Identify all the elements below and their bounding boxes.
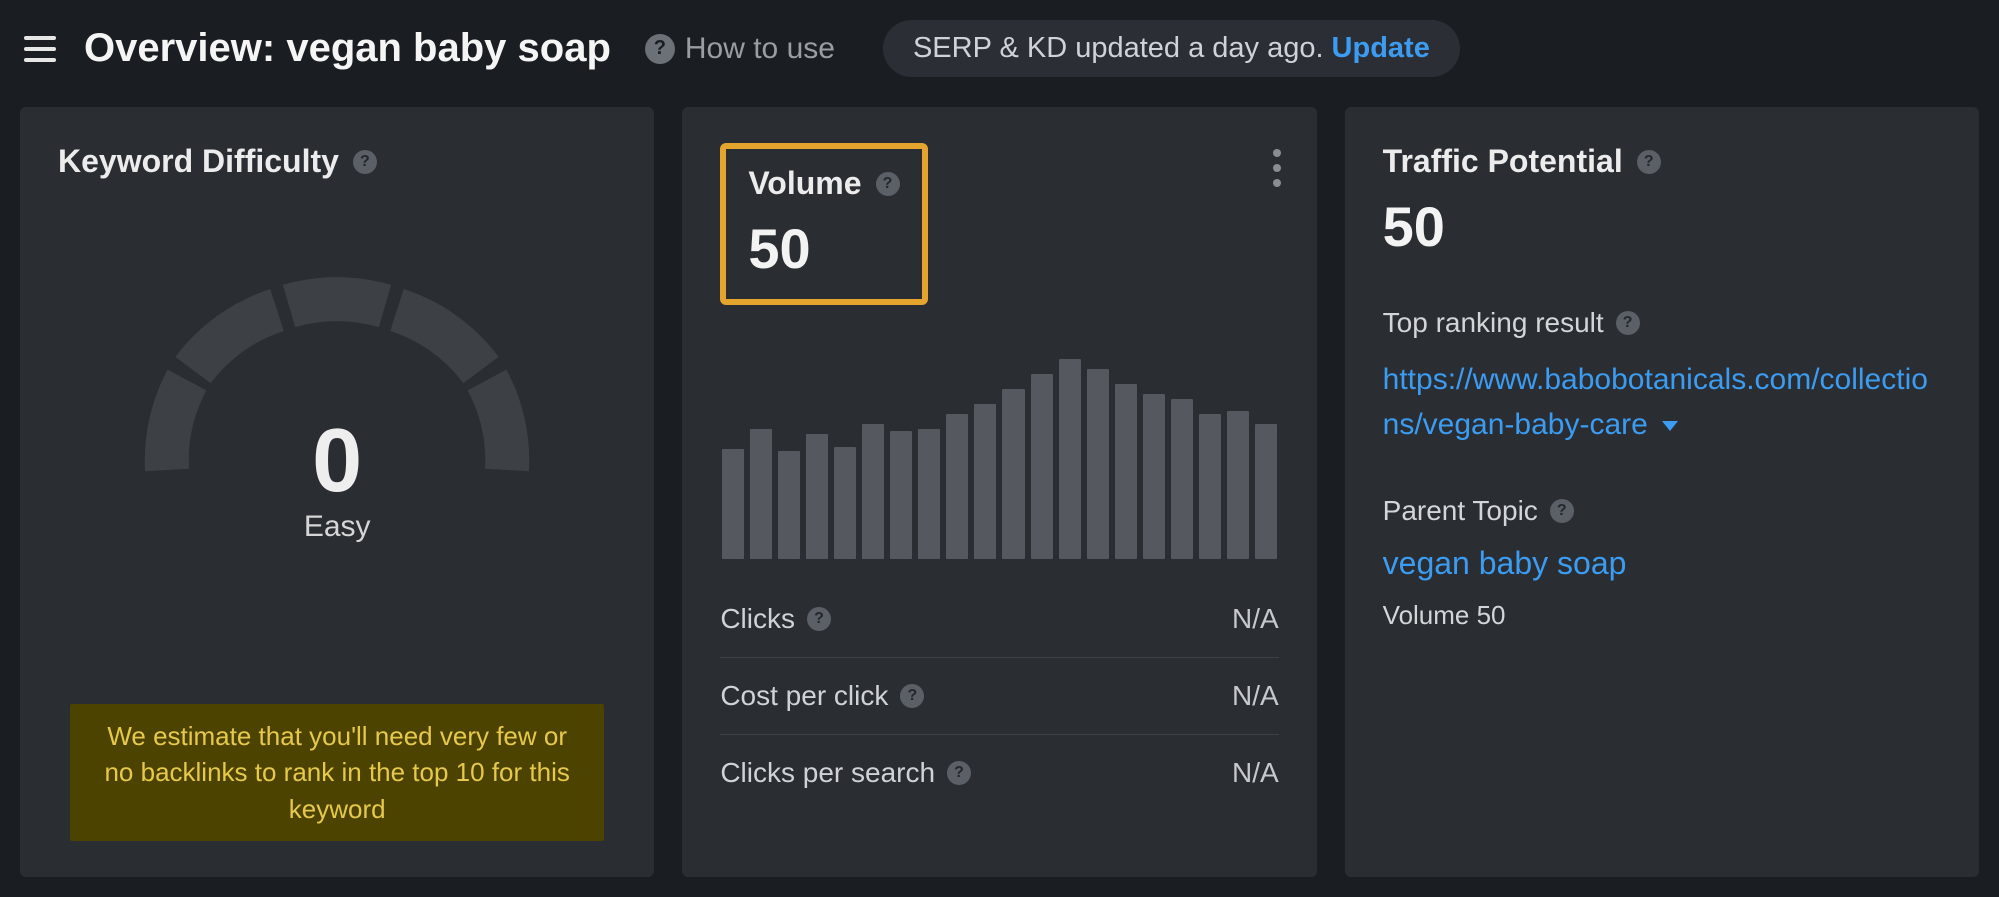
- kd-gauge: 0 Easy: [58, 260, 616, 544]
- traffic-potential-card: Traffic Potential ? 50 Top ranking resul…: [1345, 107, 1979, 877]
- top-ranking-label-text: Top ranking result: [1383, 307, 1604, 339]
- metric-label-text: Clicks: [720, 603, 795, 635]
- kd-estimate-note: We estimate that you'll need very few or…: [70, 704, 604, 841]
- help-icon[interactable]: ?: [947, 761, 971, 785]
- volume-bar: [778, 451, 800, 559]
- kebab-menu-icon[interactable]: [1273, 149, 1281, 187]
- top-ranking-url-link[interactable]: https://www.babobotanicals.com/collectio…: [1383, 357, 1941, 447]
- volume-bar: [1087, 369, 1109, 559]
- metric-label: Clicks per search?: [720, 757, 971, 789]
- tp-value: 50: [1383, 194, 1941, 259]
- help-icon[interactable]: ?: [900, 684, 924, 708]
- cards-row: Keyword Difficulty ? 0 Easy We estimate …: [0, 97, 1999, 897]
- help-icon[interactable]: ?: [876, 172, 900, 196]
- volume-title: Volume ?: [748, 165, 899, 202]
- volume-bar: [862, 424, 884, 559]
- keyword-difficulty-card: Keyword Difficulty ? 0 Easy We estimate …: [20, 107, 654, 877]
- volume-metric-row: Clicks per search? N/A: [720, 734, 1278, 811]
- tp-title-text: Traffic Potential: [1383, 143, 1623, 180]
- help-icon[interactable]: ?: [1616, 311, 1640, 335]
- parent-topic-volume: Volume 50: [1383, 600, 1941, 631]
- volume-bar: [834, 447, 856, 559]
- volume-bar: [890, 431, 912, 559]
- top-ranking-label: Top ranking result ?: [1383, 307, 1941, 339]
- volume-metrics: Clicks?N/ACost per click?N/AClicks per s…: [720, 581, 1278, 811]
- top-ranking-url-text: https://www.babobotanicals.com/collectio…: [1383, 363, 1928, 441]
- metric-label: Cost per click?: [720, 680, 924, 712]
- metric-label-text: Clicks per search: [720, 757, 935, 789]
- parent-topic-link[interactable]: vegan baby soap: [1383, 545, 1941, 582]
- volume-bar: [1002, 389, 1024, 559]
- parent-topic-label-text: Parent Topic: [1383, 495, 1538, 527]
- serp-updated-text: SERP & KD updated a day ago.: [913, 32, 1324, 65]
- serp-update-link[interactable]: Update: [1332, 32, 1430, 65]
- kd-value: 0: [58, 410, 616, 513]
- volume-bar: [722, 449, 744, 559]
- volume-highlight-box: Volume ? 50: [720, 143, 927, 305]
- volume-bar: [1171, 399, 1193, 559]
- volume-bar: [1199, 414, 1221, 559]
- volume-bar: [750, 429, 772, 559]
- volume-bar: [1227, 411, 1249, 559]
- metric-value: N/A: [1232, 603, 1279, 635]
- metric-value: N/A: [1232, 680, 1279, 712]
- caret-down-icon[interactable]: [1662, 421, 1678, 431]
- volume-bar: [1115, 384, 1137, 559]
- help-icon: ?: [645, 34, 675, 64]
- volume-bar: [1255, 424, 1277, 559]
- how-to-use-link[interactable]: ? How to use: [645, 32, 835, 66]
- kd-title: Keyword Difficulty ?: [58, 143, 616, 180]
- metric-label: Clicks?: [720, 603, 831, 635]
- serp-updated-pill: SERP & KD updated a day ago. Update: [883, 20, 1460, 77]
- metric-value: N/A: [1232, 757, 1279, 789]
- volume-card: Volume ? 50 Clicks? N/A Cost per click? N/A…: [682, 107, 1316, 877]
- kd-title-text: Keyword Difficulty: [58, 143, 339, 180]
- hamburger-menu-icon[interactable]: [24, 36, 56, 62]
- metric-label-text: Cost per click: [720, 680, 888, 712]
- volume-trend-chart: [720, 349, 1278, 559]
- help-icon[interactable]: ?: [1550, 499, 1574, 523]
- parent-topic-label: Parent Topic ?: [1383, 495, 1941, 527]
- volume-title-text: Volume: [748, 165, 861, 202]
- volume-bar: [946, 414, 968, 559]
- volume-value: 50: [748, 216, 899, 281]
- volume-bar: [1059, 359, 1081, 559]
- volume-bar: [806, 434, 828, 559]
- volume-bar: [918, 429, 940, 559]
- help-icon[interactable]: ?: [353, 150, 377, 174]
- header: Overview: vegan baby soap ? How to use S…: [0, 0, 1999, 97]
- volume-bar: [974, 404, 996, 559]
- help-icon[interactable]: ?: [1637, 150, 1661, 174]
- page-title: Overview: vegan baby soap: [84, 26, 611, 71]
- how-to-use-label: How to use: [685, 32, 835, 66]
- kd-label: Easy: [304, 510, 371, 544]
- volume-metric-row: Clicks? N/A: [720, 581, 1278, 657]
- volume-bar: [1031, 374, 1053, 559]
- volume-bar: [1143, 394, 1165, 559]
- help-icon[interactable]: ?: [807, 607, 831, 631]
- tp-title: Traffic Potential ?: [1383, 143, 1941, 180]
- volume-metric-row: Cost per click? N/A: [720, 657, 1278, 734]
